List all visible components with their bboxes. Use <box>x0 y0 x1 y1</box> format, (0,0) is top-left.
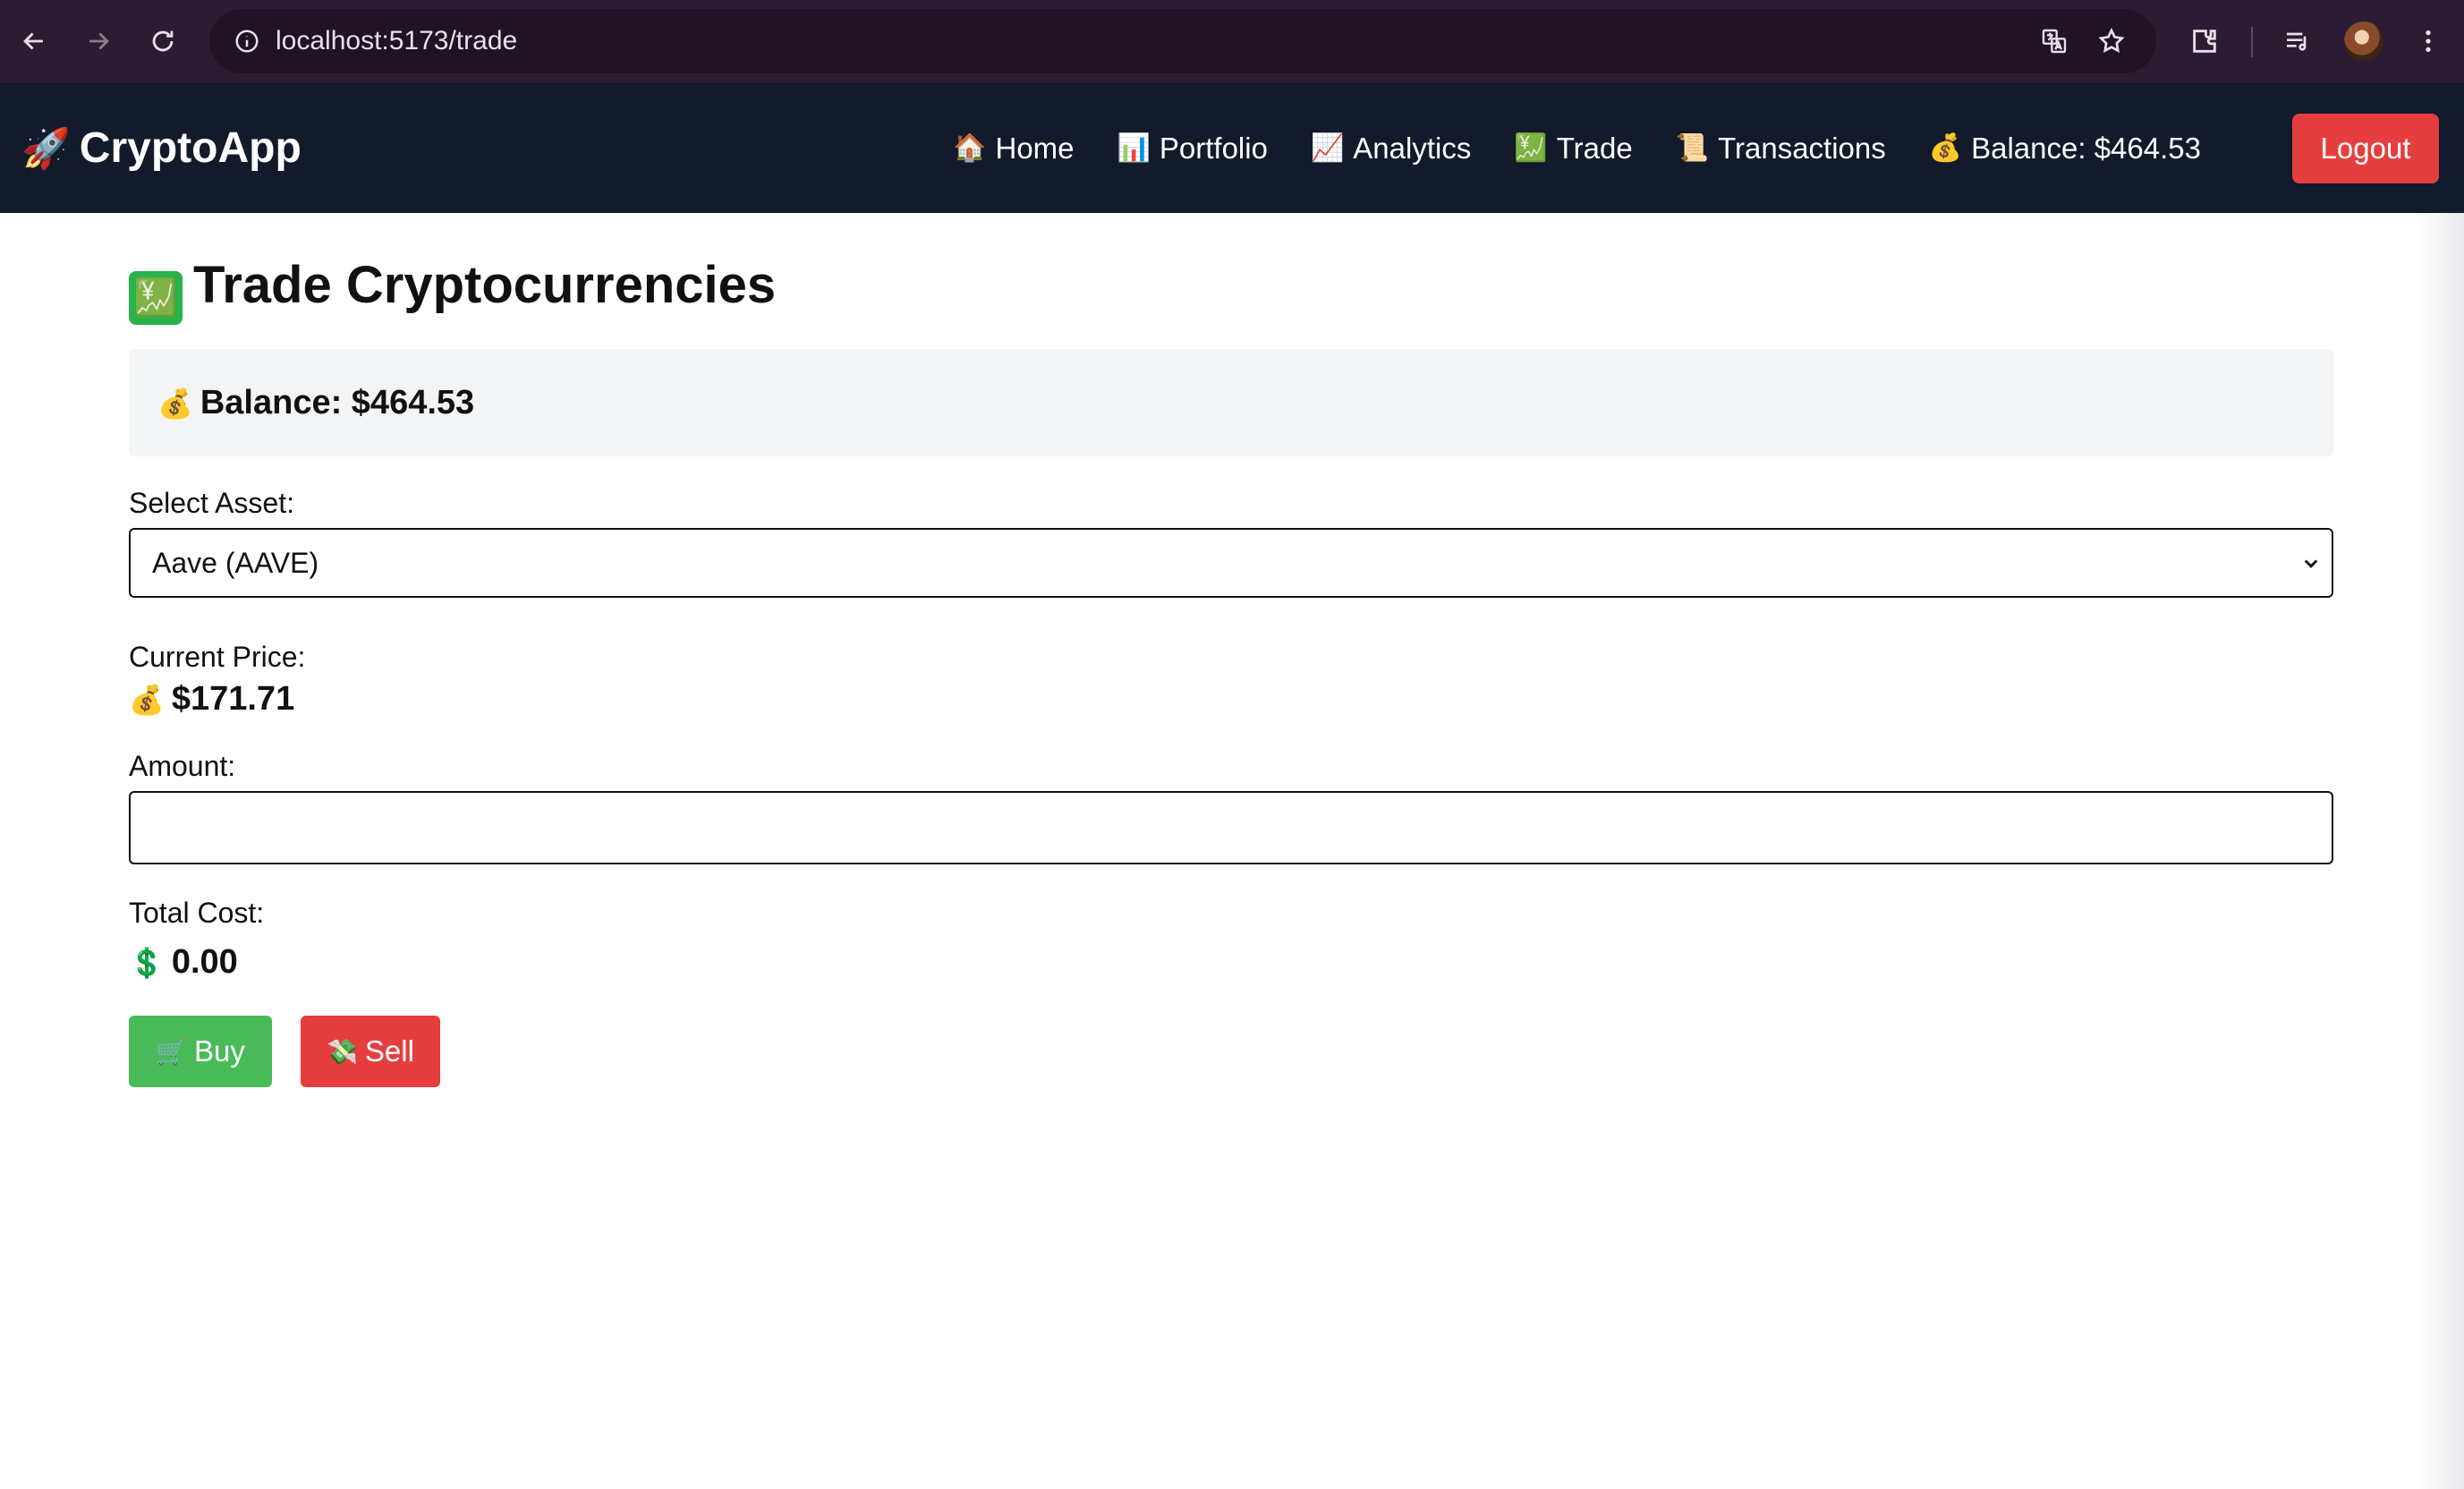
rocket-icon: 🚀 <box>21 127 71 171</box>
amount-input[interactable] <box>129 791 2333 864</box>
nav-link-analytics[interactable]: 📈 Analytics <box>1311 132 1471 166</box>
house-icon: 🏠 <box>953 133 987 163</box>
page-edge-shadow <box>2416 213 2464 1489</box>
page-title-text: Trade Cryptocurrencies <box>193 256 777 314</box>
nav-link-label: Home <box>995 131 1075 165</box>
nav-links: 🏠 Home 📊 Portfolio 📈 Analytics 💹 Trade 📜 Tran… <box>953 83 2201 213</box>
nav-link-label: Analytics <box>1353 131 1472 165</box>
address-bar[interactable]: localhost:5173/trade <box>209 9 2156 73</box>
total-cost: 💲 0.00 <box>129 943 238 982</box>
amount-label: Amount: <box>129 750 236 782</box>
money-bag-icon: 💰 <box>157 387 193 420</box>
extensions-icon[interactable] <box>2183 20 2226 63</box>
logout-button[interactable]: Logout <box>2292 114 2439 183</box>
trend-chart-icon: 📈 <box>1310 133 1345 163</box>
money-bag-icon: 💰 <box>129 684 165 716</box>
nav-link-home[interactable]: 🏠 Home <box>953 132 1074 166</box>
bar-chart-icon: 📊 <box>1117 133 1151 163</box>
reload-icon[interactable] <box>141 20 184 63</box>
money-wings-icon: 💸 <box>327 1037 358 1066</box>
nav-balance-text: Balance: $464.53 <box>1971 131 2201 165</box>
brand-name: CryptoApp <box>79 124 302 172</box>
page-title: 💹 Trade Cryptocurrencies <box>129 254 777 325</box>
url-text[interactable]: localhost:5173/trade <box>276 9 517 73</box>
chart-yen-icon: 💹 <box>1514 133 1548 163</box>
dollar-sign-icon: 💲 <box>129 947 165 979</box>
sell-label: Sell <box>364 1034 414 1068</box>
profile-avatar[interactable] <box>2344 21 2383 61</box>
money-bag-icon: 💰 <box>1928 133 1963 163</box>
media-queue-icon[interactable] <box>2276 20 2319 63</box>
current-price-value: $171.71 <box>171 680 295 718</box>
buy-button[interactable]: 🛒 Buy <box>129 1016 272 1087</box>
nav-link-label: Portfolio <box>1159 131 1268 165</box>
balance-display: 💰 Balance: $464.53 <box>157 349 474 456</box>
current-price-label: Current Price: <box>129 641 306 673</box>
sell-button[interactable]: 💸 Sell <box>301 1016 440 1087</box>
site-info-icon[interactable] <box>227 21 267 61</box>
forward-icon[interactable] <box>77 20 120 63</box>
shopping-cart-icon: 🛒 <box>156 1037 187 1066</box>
current-price: 💰 $171.71 <box>129 680 294 719</box>
asset-select-value: Aave (AAVE) <box>152 547 319 579</box>
nav-link-label: Transactions <box>1718 131 1886 165</box>
nav-link-portfolio[interactable]: 📊 Portfolio <box>1117 132 1268 166</box>
translate-icon[interactable] <box>2035 21 2074 61</box>
buy-label: Buy <box>194 1034 245 1068</box>
balance-text: Balance: $464.53 <box>200 384 475 421</box>
asset-select[interactable]: Aave (AAVE) <box>129 528 2333 598</box>
menu-kebab-icon[interactable] <box>2407 20 2450 63</box>
toolbar-divider <box>2251 27 2253 57</box>
back-icon[interactable] <box>13 20 55 63</box>
chevron-down-icon <box>2304 559 2318 568</box>
nav-link-trade[interactable]: 💹 Trade <box>1514 132 1632 166</box>
browser-toolbar: localhost:5173/trade <box>0 0 2464 83</box>
brand-logo[interactable]: 🚀 CryptoApp <box>21 83 302 213</box>
app-navbar: 🚀 CryptoApp 🏠 Home 📊 Portfolio 📈 Analytics 💹… <box>0 83 2464 213</box>
balance-card: 💰 Balance: $464.53 <box>129 349 2333 456</box>
total-cost-label: Total Cost: <box>129 897 265 929</box>
nav-balance: 💰 Balance: $464.53 <box>1929 132 2201 166</box>
select-asset-label: Select Asset: <box>129 487 294 519</box>
chart-yen-icon: 💹 <box>129 271 183 325</box>
scroll-icon: 📜 <box>1675 133 1710 163</box>
total-cost-value: 0.00 <box>171 943 238 981</box>
nav-link-transactions[interactable]: 📜 Transactions <box>1676 132 1886 166</box>
nav-link-label: Trade <box>1556 131 1633 165</box>
bookmark-star-icon[interactable] <box>2092 21 2131 61</box>
